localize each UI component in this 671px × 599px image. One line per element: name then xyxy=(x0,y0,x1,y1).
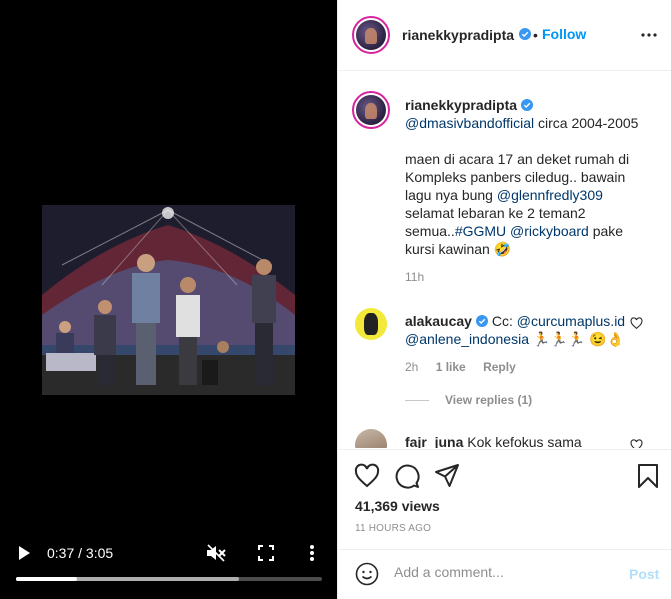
replies-divider xyxy=(405,400,429,402)
video-progress-bar[interactable] xyxy=(16,577,322,581)
comment-mention-1[interactable]: @curcumaplus.id xyxy=(517,313,625,329)
separator-dot: • xyxy=(533,27,538,43)
more-options-icon[interactable] xyxy=(640,28,658,42)
commenter-username[interactable]: fajr_juna xyxy=(405,434,463,448)
played-bar xyxy=(16,577,78,581)
caption-body: maen di acara 17 an deket rumah di Kompl… xyxy=(405,150,655,258)
author-avatar[interactable] xyxy=(352,16,390,54)
post-comment-button[interactable]: Post xyxy=(629,566,659,582)
current-time: 0:37 xyxy=(47,545,75,561)
more-vertical-icon[interactable] xyxy=(304,544,320,562)
follow-button[interactable]: Follow xyxy=(542,26,586,42)
comment-input[interactable] xyxy=(394,564,614,580)
video-frame[interactable] xyxy=(42,205,295,395)
commenter-avatar[interactable] xyxy=(355,429,387,448)
verified-badge-icon xyxy=(475,315,488,327)
caption-hashtag[interactable]: #GGMU xyxy=(455,223,506,239)
post-header: rianekkypradipta • Follow xyxy=(338,0,671,71)
video-time: 0:37 / 3:05 xyxy=(47,545,113,561)
bookmark-icon[interactable] xyxy=(635,463,661,489)
comment-mention-2[interactable]: @anlene_indonesia xyxy=(405,331,529,347)
caption-mention-2[interactable]: @glennfredly309 xyxy=(497,187,603,203)
view-replies-button[interactable]: View replies (1) xyxy=(405,393,532,407)
duration: 3:05 xyxy=(85,545,114,561)
comment-bubble-icon[interactable] xyxy=(394,463,420,489)
video-controls: 0:37 / 3:05 xyxy=(0,536,337,586)
view-replies-label: View replies (1) xyxy=(445,393,533,407)
caption-line1: circa 2004-2005 xyxy=(534,115,639,131)
author-username[interactable]: rianekkypradipta xyxy=(402,27,514,43)
comment-emojis: 🏃🏃🏃 😉👌 xyxy=(528,331,624,347)
video-scene xyxy=(42,205,295,395)
time-separator: / xyxy=(74,545,86,561)
comment-like-heart-icon[interactable] xyxy=(630,439,643,448)
comment-prefix: Cc: xyxy=(491,313,517,329)
comment-likes[interactable]: 1 like xyxy=(436,360,466,374)
play-icon[interactable] xyxy=(16,545,32,561)
comment-item: fajr_juna Kok kefokus sama xyxy=(405,433,630,448)
caption-mention[interactable]: @dmasivbandofficial xyxy=(405,115,534,131)
like-heart-icon[interactable] xyxy=(354,463,380,489)
commenter-username[interactable]: alakaucay xyxy=(405,313,472,329)
comment-time[interactable]: 2h xyxy=(405,360,418,374)
caption-author-avatar[interactable] xyxy=(352,91,390,129)
verified-badge-icon xyxy=(519,28,531,40)
post-caption: rianekkypradipta @dmasivbandofficial cir… xyxy=(405,96,655,258)
muted-speaker-icon[interactable] xyxy=(206,544,226,562)
post-actions: 41,369 views 11 HOURS AGO xyxy=(338,449,671,549)
post-sidebar: rianekkypradipta • Follow rianekkypradip… xyxy=(337,0,671,599)
post-time-ago[interactable]: 11 HOURS AGO xyxy=(355,523,431,534)
caption-timestamp[interactable]: 11h xyxy=(405,270,424,284)
comment-text: Kok kefokus sama xyxy=(467,434,582,448)
comments-list[interactable]: rianekkypradipta @dmasivbandofficial cir… xyxy=(338,72,671,448)
video-player[interactable]: 0:37 / 3:05 xyxy=(0,0,337,599)
comment-like-heart-icon[interactable] xyxy=(630,317,643,330)
verified-badge-icon xyxy=(521,99,534,111)
reply-button[interactable]: Reply xyxy=(483,360,516,374)
caption-mention-3[interactable]: @rickyboard xyxy=(510,223,589,239)
commenter-avatar[interactable] xyxy=(355,308,387,340)
view-count[interactable]: 41,369 views xyxy=(355,498,440,514)
caption-author-username[interactable]: rianekkypradipta xyxy=(405,97,517,113)
emoji-smiley-icon[interactable] xyxy=(355,562,379,586)
share-paper-plane-icon[interactable] xyxy=(434,463,460,489)
comment-meta: 2h 1 like Reply xyxy=(405,360,530,374)
comment-composer: Post xyxy=(338,549,671,599)
comment-item: alakaucay Cc: @curcumaplus.id @anlene_in… xyxy=(405,312,630,348)
fullscreen-icon[interactable] xyxy=(258,545,274,561)
